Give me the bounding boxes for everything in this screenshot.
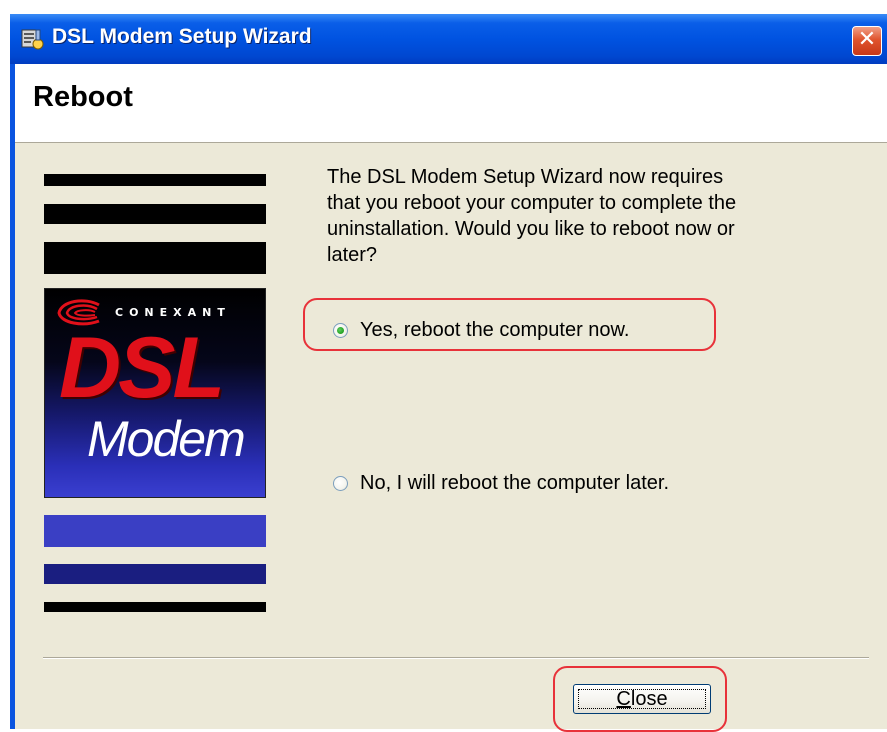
wizard-setup-icon <box>21 29 44 50</box>
radio-button-selected[interactable] <box>333 322 348 338</box>
logo-modem-text: Modem <box>87 411 246 467</box>
wizard-window: DSL Modem Setup Wizard ✕ Reboot CONEXANT… <box>10 14 887 732</box>
radio-reboot-now[interactable]: Yes, reboot the computer now. <box>327 315 629 345</box>
banner-stripe <box>44 602 266 612</box>
dsl-modem-logo: CONEXANT DSL Modem <box>44 288 266 498</box>
close-button[interactable]: Close <box>573 684 711 714</box>
banner-stripe <box>44 174 266 186</box>
close-icon[interactable]: ✕ <box>852 26 882 56</box>
window-title: DSL Modem Setup Wizard <box>52 25 312 48</box>
banner-stripe <box>44 564 266 584</box>
title-bar[interactable]: DSL Modem Setup Wizard ✕ <box>10 14 887 64</box>
wizard-header: Reboot <box>15 64 887 143</box>
banner-stripe <box>44 515 266 547</box>
banner-stripe <box>44 242 266 274</box>
logo-brand-text: CONEXANT <box>115 306 231 319</box>
logo-dsl-text: DSL <box>59 320 225 416</box>
radio-button-unselected[interactable] <box>333 475 348 491</box>
radio-reboot-now-label[interactable]: Yes, reboot the computer now. <box>360 319 629 342</box>
divider <box>43 657 869 659</box>
radio-reboot-later[interactable]: No, I will reboot the computer later. <box>327 468 669 498</box>
reboot-message: The DSL Modem Setup Wizard now requires … <box>327 166 737 266</box>
dialog-client-area: Reboot CONEXANT DSL Modem The DSL Modem … <box>15 64 887 732</box>
focus-ring <box>578 689 706 709</box>
radio-reboot-later-label[interactable]: No, I will reboot the computer later. <box>360 472 669 495</box>
page-title: Reboot <box>33 81 133 113</box>
banner-stripe <box>44 204 266 224</box>
